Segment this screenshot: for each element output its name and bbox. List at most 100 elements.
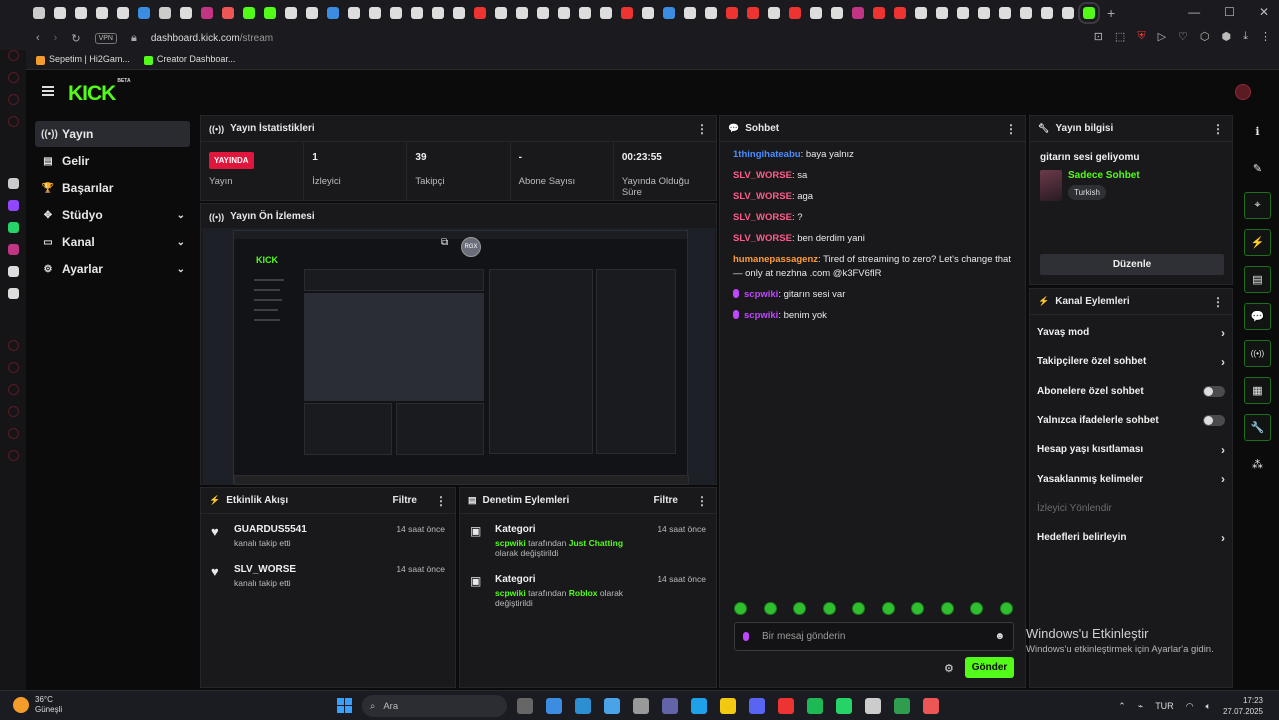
play-icon[interactable]: ▷ (1158, 30, 1166, 43)
back-icon[interactable]: ‹ (36, 32, 40, 44)
sidebar-app-icon[interactable] (7, 50, 19, 61)
layout-icon[interactable]: ▦ (1244, 377, 1271, 404)
chat-username[interactable]: SLV_WORSE (733, 233, 792, 244)
toggle-switch[interactable] (1203, 385, 1225, 397)
browser-tab[interactable] (158, 7, 171, 19)
menu-icon[interactable]: ⋮ (1260, 30, 1271, 43)
weather-widget[interactable]: 36°C Güneşli (13, 695, 62, 715)
list-item[interactable]: ♥ SLV_WORSE kanalı takip etti 14 saat önce (201, 556, 455, 596)
sidebar-app-icon[interactable] (7, 384, 19, 395)
browser-tab[interactable] (935, 7, 948, 19)
taskbar-app-icon[interactable] (720, 698, 736, 714)
minimize-icon[interactable]: — (1188, 5, 1200, 19)
browser-tab[interactable] (1061, 7, 1074, 19)
edit-button[interactable]: Düzenle (1040, 254, 1224, 275)
popout-icon[interactable]: ⧉ (441, 237, 448, 248)
hamburger-menu-icon[interactable] (42, 86, 54, 96)
emote-icon[interactable] (881, 602, 895, 615)
emote-icon[interactable] (970, 602, 983, 615)
browser-tab[interactable] (956, 7, 969, 19)
chat-username[interactable]: scpwiki (744, 310, 778, 321)
chevron-right-icon[interactable]: › (1221, 326, 1225, 340)
download-icon[interactable]: ⤓ (1243, 30, 1248, 43)
more-options-icon[interactable]: ⋮ (435, 494, 447, 508)
sidebar-app-icon[interactable] (7, 340, 19, 351)
browser-tab[interactable] (725, 7, 738, 19)
category-thumbnail[interactable] (1040, 170, 1062, 201)
browser-tab[interactable] (368, 7, 381, 19)
browser-tab[interactable] (557, 7, 570, 19)
sidebar-app-icon[interactable] (7, 222, 19, 233)
emote-icon[interactable] (793, 602, 806, 615)
browser-tab[interactable] (494, 7, 507, 19)
sidebar-app-icon[interactable] (7, 94, 19, 105)
sidebar-app-icon[interactable] (7, 362, 19, 373)
channel-action-item[interactable]: Hedefleri belirleyin › (1030, 523, 1232, 552)
taskbar-app-icon[interactable] (604, 698, 620, 714)
browser-tab[interactable] (641, 7, 654, 19)
emote-icon[interactable] (999, 602, 1013, 615)
sidebar-item-başarılar[interactable]: 🏆 Başarılar (35, 175, 190, 201)
chevron-down-icon[interactable]: ⌄ (177, 264, 185, 275)
clock[interactable]: 17:23 27.07.2025 (1223, 695, 1263, 717)
browser-tab[interactable] (851, 7, 864, 19)
browser-tab[interactable] (536, 7, 549, 19)
vpn-badge[interactable]: VPN (94, 32, 117, 44)
url-field[interactable]: dashboard.kick.com/stream (151, 33, 273, 44)
kick-logo[interactable]: KICKBETA (68, 78, 131, 106)
sidebar-app-icon[interactable] (7, 116, 19, 127)
moderation-filter-button[interactable]: Filtre (654, 495, 678, 506)
avatar[interactable] (1235, 84, 1251, 100)
browser-tab[interactable] (788, 7, 801, 19)
channel-action-item[interactable]: Yalnızca ifadelerle sohbet (1030, 406, 1232, 435)
sidebar-item-kanal[interactable]: ▭ Kanal ⌄ (35, 229, 190, 255)
wrench-icon[interactable]: 🔧 (1244, 414, 1271, 441)
sidebar-app-icon[interactable] (7, 428, 19, 439)
browser-tab[interactable] (515, 7, 528, 19)
browser-tab[interactable] (998, 7, 1011, 19)
event-user[interactable]: scpwiki (495, 588, 526, 598)
more-options-icon[interactable]: ⋮ (1005, 122, 1017, 136)
edit-icon[interactable]: ✎ (1244, 155, 1271, 182)
browser-tab[interactable] (830, 7, 843, 19)
sidebar-item-gelir[interactable]: ▤ Gelir (35, 148, 190, 174)
more-options-icon[interactable]: ⋮ (696, 122, 708, 136)
forward-icon[interactable]: › (54, 32, 58, 44)
list-item[interactable]: ♥ GUARDUS5541 kanalı takip etti 14 saat önc… (201, 514, 455, 556)
channel-action-item[interactable]: Hesap yaşı kısıtlaması › (1030, 435, 1232, 464)
chevron-down-icon[interactable]: ⌄ (177, 237, 185, 248)
chevron-right-icon[interactable]: › (1221, 443, 1225, 457)
reload-icon[interactable]: ↻ (71, 32, 80, 45)
browser-tab[interactable] (473, 7, 486, 19)
network-icon[interactable]: ⌁ (1138, 701, 1143, 712)
emoji-icon[interactable]: ☻ (994, 631, 1005, 642)
sidebar-app-icon[interactable] (7, 266, 19, 277)
taskbar-app-icon[interactable] (546, 698, 562, 714)
chevron-right-icon[interactable]: › (1221, 472, 1225, 486)
channel-action-item[interactable]: Abonelere özel sohbet (1030, 377, 1232, 406)
language-indicator[interactable]: TUR (1155, 701, 1174, 711)
more-options-icon[interactable]: ⋮ (1212, 122, 1224, 136)
extension-icon[interactable]: ⬡ (1200, 30, 1210, 43)
browser-tab[interactable] (452, 7, 465, 19)
sidebar-app-icon[interactable] (7, 72, 19, 83)
chat-username[interactable]: SLV_WORSE (733, 212, 792, 223)
browser-tab[interactable] (662, 7, 675, 19)
shield-icon[interactable]: ⛨ (1137, 30, 1145, 43)
chat-settings-icon[interactable]: ⚙ (944, 662, 954, 675)
browser-tab[interactable] (578, 7, 591, 19)
taskbar-app-icon[interactable] (894, 698, 910, 714)
browser-tab[interactable] (1040, 7, 1053, 19)
browser-tab[interactable] (620, 7, 633, 19)
browser-tab[interactable] (746, 7, 759, 19)
browser-tab[interactable] (683, 7, 696, 19)
browser-tab[interactable] (1019, 7, 1032, 19)
browser-tab[interactable] (914, 7, 927, 19)
close-icon[interactable]: ✕ (1259, 5, 1269, 19)
wifi-icon[interactable]: ◠ (1186, 701, 1194, 712)
connect-icon[interactable]: ⁂ (1244, 451, 1271, 478)
bookmark-item[interactable]: Creator Dashboar... (143, 54, 235, 65)
info-icon[interactable]: ℹ (1244, 118, 1271, 145)
volume-icon[interactable]: 🔈︎ (1206, 701, 1211, 712)
sidebar-app-icon[interactable] (7, 406, 19, 417)
